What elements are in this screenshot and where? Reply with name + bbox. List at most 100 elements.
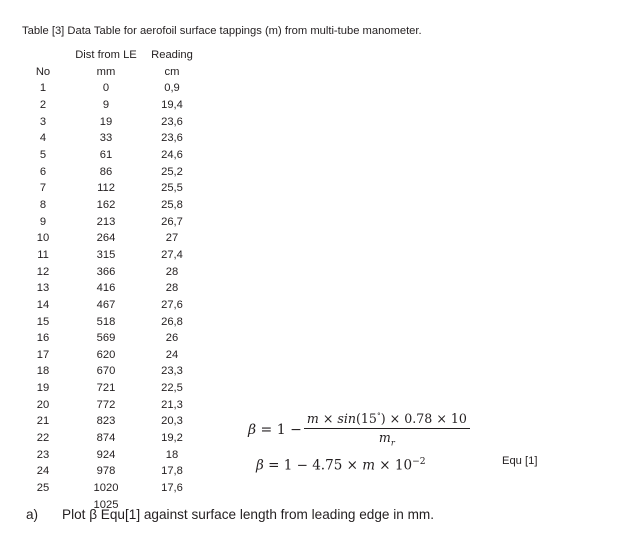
cell-no: 12 — [36, 265, 50, 278]
header-unit-no: No — [35, 65, 51, 78]
cell-dist-mm: 924 — [96, 448, 116, 461]
header-blank — [16, 47, 70, 64]
cell-reading-cm: 27,6 — [161, 298, 183, 311]
header-unit-cm: cm — [164, 65, 180, 78]
one-term-1: 1 — [276, 422, 286, 438]
cell-reading-cm: 21,3 — [161, 398, 183, 411]
table-row: 13 416 28 — [16, 280, 202, 297]
one-term-2: 1 — [283, 457, 293, 474]
cell-reading-cm: 17,8 — [161, 465, 183, 478]
numerator-m: m — [306, 411, 319, 427]
cell-dist-mm: 823 — [96, 415, 116, 428]
base-ten: 10 — [394, 457, 413, 474]
equals-sign-2: = — [268, 457, 280, 474]
equation-reference-label: Equ [1] — [502, 455, 538, 467]
cell-dist-mm: 213 — [96, 215, 116, 228]
beta-symbol-1: β — [248, 422, 257, 438]
cell-no: 15 — [36, 315, 50, 328]
denominator-subscript: r — [390, 437, 395, 448]
angle-value: 15 — [360, 411, 377, 427]
cell-dist-mm: 366 — [96, 265, 116, 278]
cell-no: 22 — [36, 432, 50, 445]
table-row: 21 823 20,3 — [16, 413, 202, 430]
times-5: × — [379, 457, 391, 474]
cell-reading-cm: 23,6 — [161, 115, 183, 128]
table-row: 14 467 27,6 — [16, 297, 202, 314]
equation-1-lead: β = 1 − — [248, 422, 304, 438]
factor-value: 0.78 — [404, 411, 433, 427]
cell-reading-cm: 26,8 — [161, 315, 183, 328]
table-row: 12 366 28 — [16, 264, 202, 281]
cell-no: 20 — [36, 398, 50, 411]
header-unit-mm: mm — [96, 65, 116, 78]
cell-no: 5 — [39, 148, 47, 161]
table-row: 1 0 0,9 — [16, 80, 202, 97]
cell-no: 21 — [36, 415, 50, 428]
equation-line-1: β = 1 − m × sin(15°) × 0.78 × 10 mr — [248, 408, 508, 452]
denominator-m: m — [378, 429, 391, 445]
cell-reading-cm: 27 — [165, 232, 179, 245]
times-4: × — [346, 457, 358, 474]
cell-dist-mm: 162 — [96, 198, 116, 211]
cell-dist-mm: 721 — [96, 382, 116, 395]
cell-reading-cm: 27,4 — [161, 248, 183, 261]
cell-dist-mm: 112 — [97, 182, 115, 195]
minus-sign-1: − — [290, 422, 302, 438]
beta-symbol-2: β — [256, 457, 264, 474]
header-dist-from-le: Dist from LE — [75, 49, 137, 61]
cell-reading-cm: 20,3 — [161, 415, 183, 428]
table-row: 11 315 27,4 — [16, 247, 202, 264]
cell-reading-cm: 18 — [165, 448, 179, 461]
coefficient-value: 4.75 — [312, 457, 343, 474]
cell-dist-mm: 772 — [96, 398, 116, 411]
cell-no: 3 — [39, 115, 47, 128]
cell-no: 11 — [37, 248, 49, 261]
cell-no: 24 — [36, 465, 50, 478]
table-row: 2 9 19,4 — [16, 97, 202, 114]
table-row: 5 61 24,6 — [16, 147, 202, 164]
cell-dist-mm: 670 — [96, 365, 116, 378]
cell-no: 18 — [36, 365, 50, 378]
table-row: 24 978 17,8 — [16, 463, 202, 480]
cell-no: 10 — [36, 232, 50, 245]
cell-reading-cm: 19,4 — [161, 98, 183, 111]
cell-no: 23 — [36, 448, 50, 461]
cell-no: 2 — [39, 98, 47, 111]
cell-no: 14 — [36, 298, 50, 311]
cell-dist-mm: 978 — [96, 465, 116, 478]
table-header-row-units: No mm cm — [16, 64, 202, 81]
cell-dist-mm: 416 — [96, 282, 116, 295]
table-row: 6 86 25,2 — [16, 164, 202, 181]
cell-no: 9 — [39, 215, 47, 228]
table-caption: Table [3] Data Table for aerofoil surfac… — [22, 25, 422, 37]
cell-dist-mm: 467 — [96, 298, 116, 311]
task-line: a) Plot β Equ[1] against surface length f… — [26, 505, 434, 525]
table-row: 18 670 23,3 — [16, 363, 202, 380]
cell-no: 17 — [36, 348, 50, 361]
cell-dist-mm: 19 — [99, 115, 113, 128]
variable-m: m — [362, 457, 375, 474]
table-row: 23 924 18 — [16, 447, 202, 464]
minus-sign-2: − — [296, 457, 308, 474]
cell-reading-cm: 0,9 — [164, 82, 180, 95]
cell-dist-mm: 1020 — [93, 482, 119, 495]
fraction-denominator: mr — [376, 429, 398, 448]
cell-reading-cm: 17,6 — [161, 482, 183, 495]
table-body: Dist from LE Reading No mm cm 1 0 0,9 2 9 19,… — [16, 47, 202, 513]
cell-reading-cm: 24,6 — [161, 148, 183, 161]
table-row: 19 721 22,5 — [16, 380, 202, 397]
table-row: 7 112 25,5 — [16, 180, 202, 197]
equation-line-2: β = 1 − 4.75 × m × 10−2 — [256, 456, 426, 474]
times-2: × — [389, 411, 401, 427]
cell-reading-cm: 22,5 — [161, 382, 183, 395]
times-1: × — [322, 411, 334, 427]
task-marker: a) — [26, 507, 39, 522]
cell-dist-mm: 33 — [99, 132, 113, 145]
cell-no: 13 — [36, 282, 50, 295]
cell-no: 8 — [39, 198, 47, 211]
equation-block: β = 1 − m × sin(15°) × 0.78 × 10 mr β = … — [248, 408, 508, 474]
table-row: 17 620 24 — [16, 347, 202, 364]
cell-reading-cm: 25,2 — [161, 165, 183, 178]
table-row: 25 1020 17,6 — [16, 480, 202, 497]
cell-no: 16 — [36, 332, 50, 345]
